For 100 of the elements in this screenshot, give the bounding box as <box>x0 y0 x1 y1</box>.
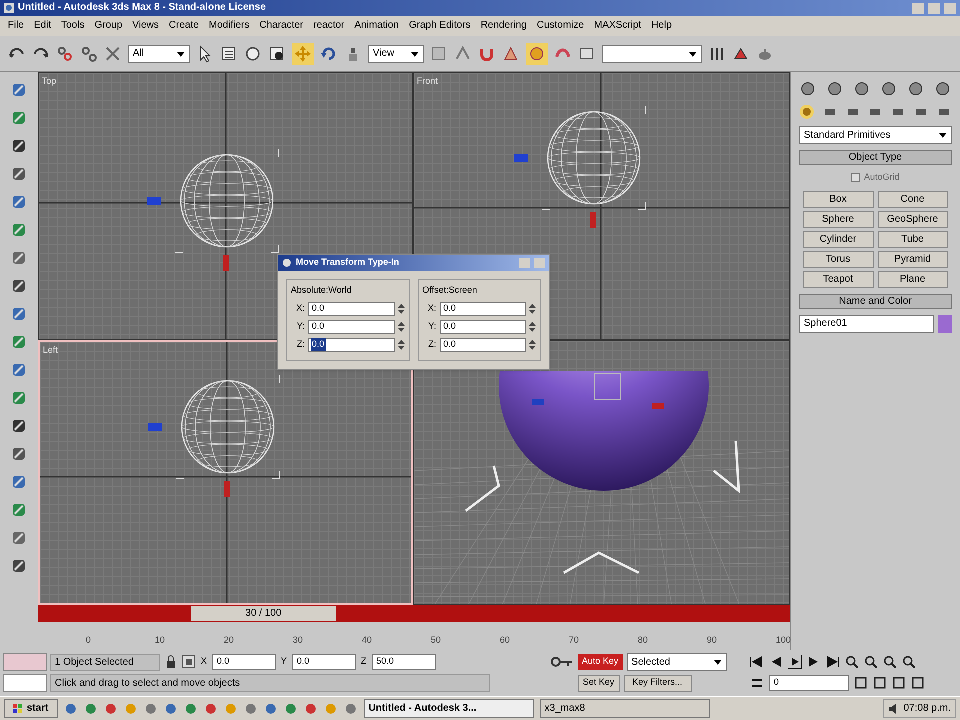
menu-item[interactable]: Help <box>651 21 672 31</box>
bind-icon[interactable] <box>104 44 122 62</box>
go-to-start-icon[interactable] <box>750 655 764 669</box>
spinner-icon[interactable] <box>398 320 404 332</box>
axis-handle-icon[interactable] <box>147 197 161 205</box>
number-field[interactable]: 0.0 <box>440 320 526 334</box>
axis-handle-icon[interactable] <box>532 399 544 405</box>
named-selection-field[interactable] <box>602 44 702 62</box>
time-config-icon[interactable] <box>750 676 764 690</box>
menu-item[interactable]: Animation <box>354 21 400 31</box>
start-button[interactable]: start <box>4 699 58 718</box>
play-icon[interactable] <box>788 655 802 669</box>
primitive-button[interactable]: Torus <box>803 250 874 268</box>
rollout-header[interactable]: Name and Color <box>799 294 952 308</box>
viewport-label[interactable]: Left <box>43 344 58 358</box>
spinner-icon[interactable] <box>529 302 536 314</box>
menu-item[interactable]: Group <box>94 21 123 31</box>
color-swatch[interactable] <box>938 314 952 332</box>
primitive-button[interactable]: Sphere <box>803 210 874 228</box>
viewport-panel[interactable] <box>413 340 790 605</box>
primitive-button[interactable]: Cylinder <box>803 230 874 248</box>
menu-item[interactable]: Views <box>132 21 160 31</box>
menu-item[interactable]: Create <box>169 21 200 31</box>
checkbox[interactable] <box>851 173 860 182</box>
primitive-button[interactable]: Tube <box>878 230 948 248</box>
axis-handle-icon[interactable] <box>652 403 664 409</box>
angle-snap-icon[interactable] <box>502 44 520 62</box>
primitive-button[interactable]: Teapot <box>803 270 874 288</box>
menu-item[interactable]: Modifiers <box>209 21 250 31</box>
rollout-header[interactable]: Object Type <box>799 150 952 165</box>
spinner-icon[interactable] <box>398 338 404 350</box>
mirror-icon[interactable] <box>454 44 472 62</box>
zoom-extents-icon[interactable] <box>883 655 897 669</box>
primitive-button[interactable]: GeoSphere <box>878 210 948 228</box>
percent-snap-icon[interactable] <box>528 44 546 62</box>
menu-item[interactable]: Graph Editors <box>409 21 471 31</box>
key-filters-button[interactable]: Key Filters... <box>624 674 692 692</box>
name-field[interactable]: Sphere01 <box>799 314 934 332</box>
selection-filter-dropdown[interactable]: All <box>128 44 190 62</box>
go-to-end-icon[interactable] <box>826 655 840 669</box>
axis-handle-icon[interactable] <box>223 255 229 271</box>
viewport-label[interactable]: Front <box>417 75 438 88</box>
spinner-icon[interactable] <box>529 338 536 350</box>
axis-handle-icon[interactable] <box>224 481 230 497</box>
reference-coordinate-dropdown[interactable]: View <box>368 44 424 62</box>
menu-item[interactable]: Tools <box>61 21 85 31</box>
coordinate-field[interactable]: 0.0 <box>292 654 356 670</box>
menu-item[interactable]: reactor <box>314 21 345 31</box>
script-listener-field[interactable] <box>3 653 47 671</box>
key-mode-dropdown[interactable]: Selected <box>626 653 727 671</box>
viewport-label[interactable]: Top <box>42 75 57 88</box>
key-icon[interactable] <box>550 655 574 669</box>
primitive-button[interactable]: Cone <box>878 190 948 208</box>
menu-item[interactable]: Edit <box>34 21 52 31</box>
app-icon <box>4 3 14 13</box>
number-field[interactable]: 0.0 <box>308 302 394 316</box>
spinner-icon[interactable] <box>529 320 536 332</box>
number-field[interactable]: 0.0 <box>440 338 526 352</box>
number-field[interactable]: 0.0 <box>308 338 394 352</box>
zoom-all-icon[interactable] <box>864 655 878 669</box>
taskbar-button[interactable]: x3_max8 <box>540 699 710 718</box>
menu-item[interactable]: File <box>8 21 24 31</box>
zoom-extents-all-icon[interactable] <box>902 655 916 669</box>
transform-mode-icon[interactable] <box>182 655 196 669</box>
menu-item[interactable]: Character <box>260 21 304 31</box>
maximize-viewport-icon[interactable] <box>911 676 925 690</box>
list-icon[interactable] <box>220 44 238 62</box>
current-frame-field[interactable]: 0 <box>769 675 849 691</box>
primitive-button[interactable]: Plane <box>878 270 948 288</box>
dropdown-arrow-icon <box>689 50 697 58</box>
geometry-icon[interactable] <box>799 104 815 120</box>
script-listener-field[interactable] <box>3 674 47 692</box>
arc-rotate-icon[interactable] <box>873 676 887 690</box>
axis-handle-icon[interactable] <box>514 154 528 162</box>
menu-item[interactable]: Rendering <box>480 21 527 31</box>
unlink-icon[interactable] <box>80 44 98 62</box>
menu-item[interactable]: MAXScript <box>594 21 642 31</box>
taskbar-button[interactable]: Untitled - Autodesk 3... <box>364 699 534 718</box>
primitive-button[interactable]: Pyramid <box>878 250 948 268</box>
set-key-button[interactable]: Set Key <box>578 674 620 692</box>
frame-tick-label: 30 <box>293 634 304 647</box>
number-field[interactable]: 0.0 <box>440 302 526 316</box>
square-icon[interactable] <box>268 44 286 62</box>
category-dropdown[interactable]: Standard Primitives <box>799 126 952 144</box>
pivot-icon[interactable] <box>430 44 448 62</box>
axis-handle-icon[interactable] <box>590 212 596 228</box>
time-slider[interactable]: 30 / 100 <box>191 606 336 621</box>
menu-item[interactable]: Customize <box>536 21 584 31</box>
pan-icon[interactable] <box>854 676 868 690</box>
axis-handle-icon[interactable] <box>148 423 162 431</box>
field-of-view-icon[interactable] <box>892 676 906 690</box>
number-field[interactable]: 0.0 <box>308 320 394 334</box>
spinner-icon[interactable] <box>398 302 404 314</box>
link-icon[interactable] <box>56 44 74 62</box>
auto-key-button[interactable]: Auto Key <box>578 654 623 670</box>
coordinate-field[interactable]: 0.0 <box>212 654 276 670</box>
coordinate-field[interactable]: 50.0 <box>372 654 436 670</box>
zoom-icon[interactable] <box>845 655 859 669</box>
primitive-button[interactable]: Box <box>803 190 874 208</box>
lock-icon[interactable] <box>165 655 177 669</box>
